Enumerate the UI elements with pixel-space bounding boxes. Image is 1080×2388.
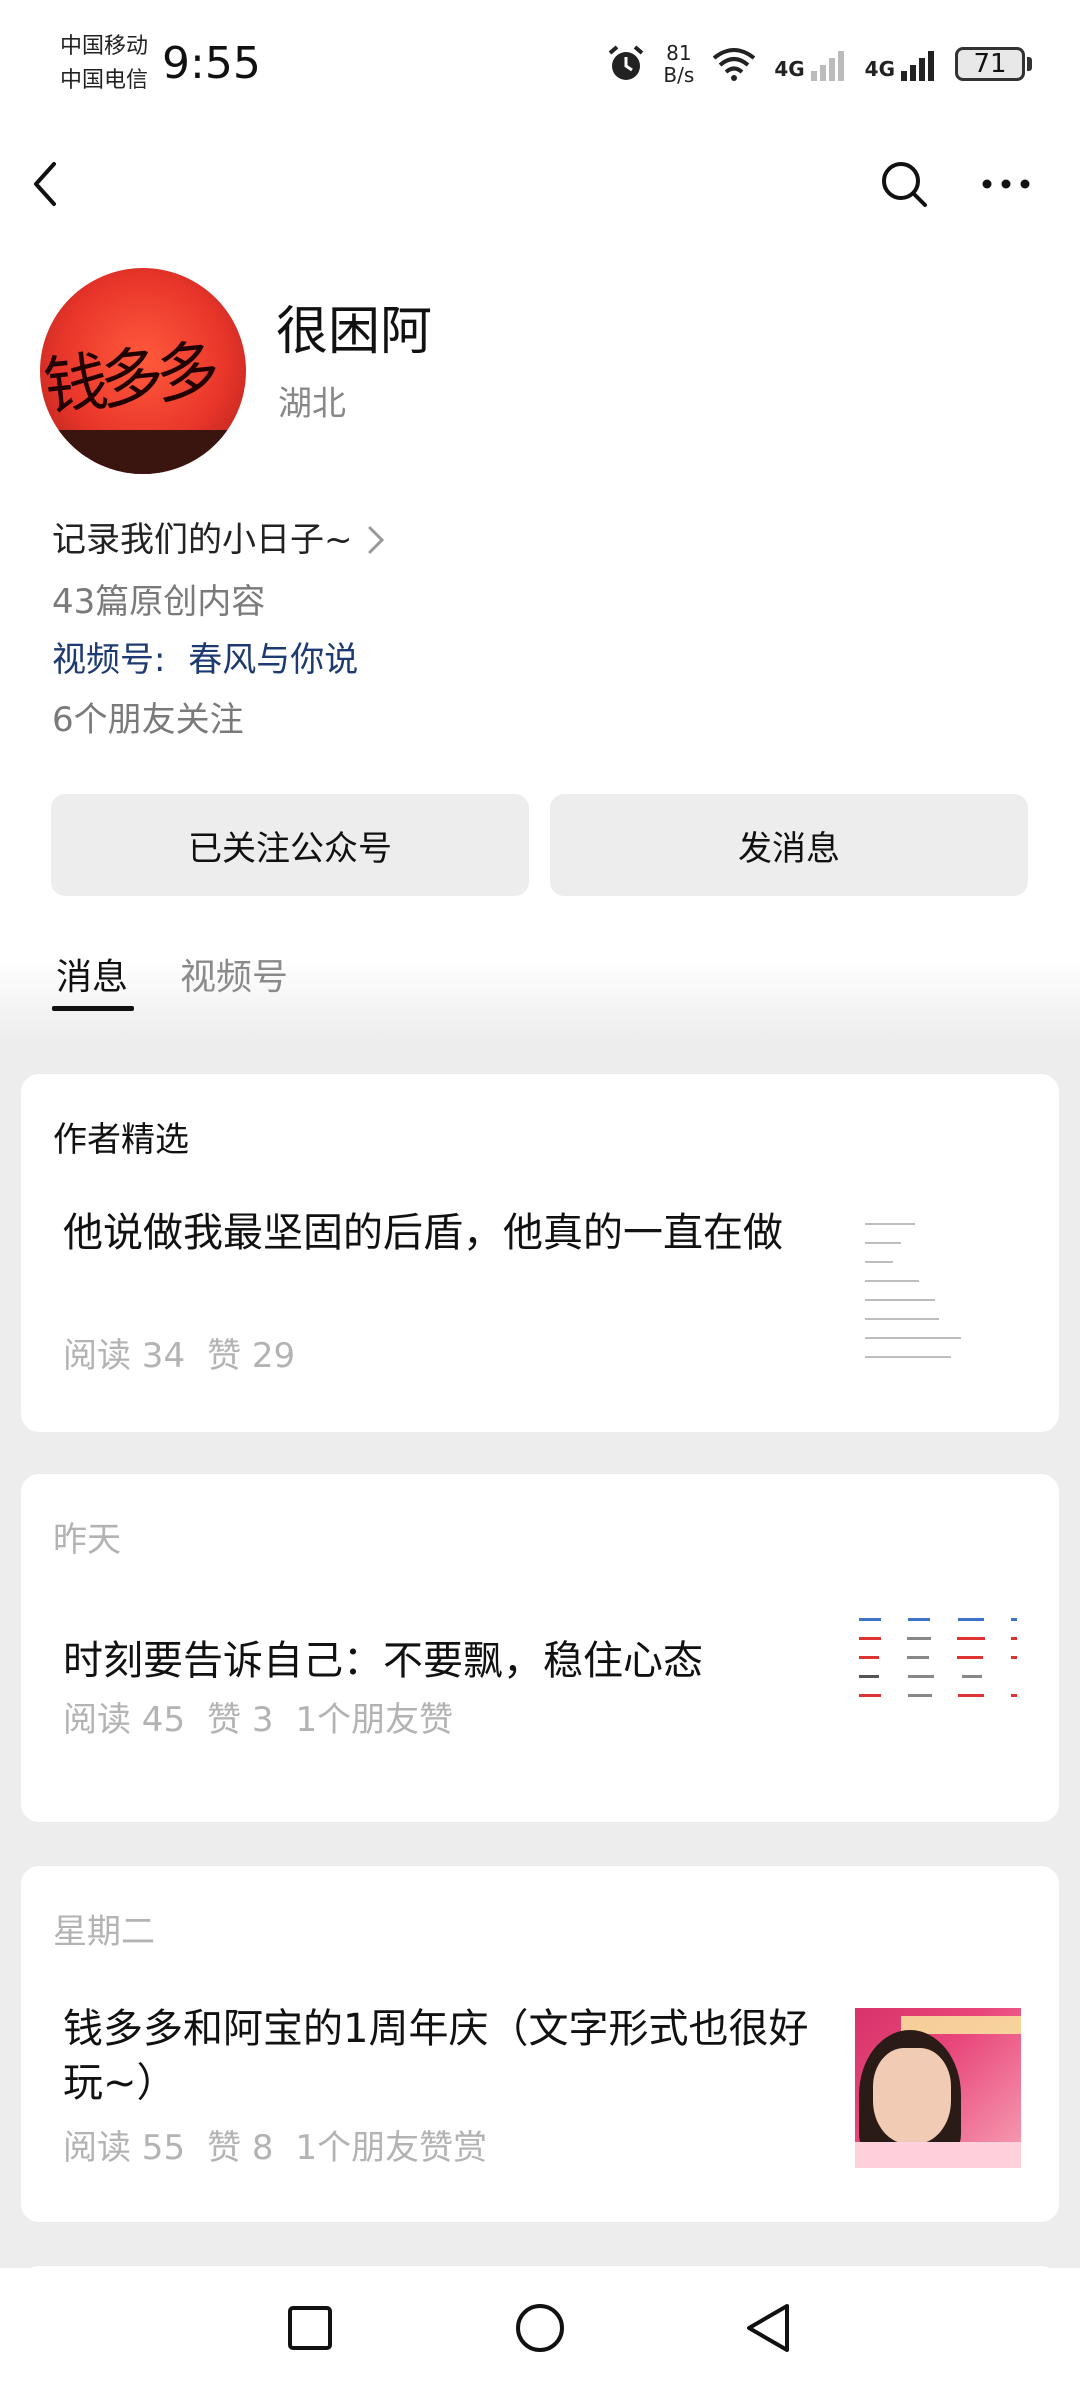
send-message-button[interactable]: 发消息 [550,794,1028,896]
signal-icon-2: 4G [865,47,939,81]
recents-icon [288,2306,332,2350]
signal-icon: 4G [774,47,848,81]
read-count: 阅读 45 [63,1700,186,1740]
network-speed: 81 B/s [663,41,695,87]
avatar[interactable]: 钱多多大财 [40,268,246,474]
article-thumbnail[interactable] [855,1612,1021,1772]
article-title[interactable]: 时刻要告诉自己：不要飘，稳住心态 [63,1634,843,1688]
channel-label: 视频号: [52,640,166,680]
friends-follow: 6个朋友关注 [52,700,244,740]
status-icons: 81 B/s 4G 4G 71 [605,34,1032,94]
original-count: 43篇原创内容 [52,582,266,622]
battery-level: 71 [955,47,1025,81]
wifi-icon [713,48,756,81]
article-date: 星期二 [53,1912,155,1952]
article-title[interactable]: 他说做我最坚固的后盾，他真的一直在做 [63,1206,843,1260]
more-icon [982,179,1030,189]
channel-link[interactable]: 视频号: 春风与你说 [52,636,358,684]
tab-messages[interactable]: 消息 [56,950,128,1006]
account-name: 很困阿 [276,302,433,362]
article-thumbnail[interactable] [855,1214,1021,1374]
carrier-1: 中国移动 [60,34,149,59]
article-card: 星期二 钱多多和阿宝的1周年庆（文字形式也很好玩~） 阅读 55 赞 8 1个朋友赞… [21,1866,1059,2222]
followed-button[interactable]: 已关注公众号 [51,794,529,896]
tab-channels[interactable]: 视频号 [180,950,288,1006]
intro-text: 记录我们的小日子~ [52,520,353,560]
friend-like: 1个朋友赞 [295,1700,454,1740]
search-icon [882,162,927,207]
system-nav-bar [0,2268,1080,2388]
like-count: 赞 3 [207,1700,274,1740]
carrier-info: 中国移动 中国电信 [60,30,148,98]
account-region: 湖北 [278,384,346,424]
article-date: 昨天 [53,1520,121,1560]
tab-active-indicator [52,1006,134,1011]
alarm-icon [609,45,644,80]
back-icon [747,2304,789,2352]
article-meta: 阅读 34 赞 29 [63,1332,317,1380]
back-nav-button[interactable] [736,2296,800,2360]
read-count: 阅读 34 [63,1336,186,1376]
more-button[interactable] [976,150,1036,218]
channel-name: 春风与你说 [188,640,359,680]
like-count: 赞 8 [207,2128,274,2168]
section-title: 作者精选 [53,1120,189,1160]
battery-icon: 71 [955,47,1032,81]
status-time: 9:55 [162,38,261,89]
article-meta: 阅读 45 赞 3 1个朋友赞 [63,1696,475,1744]
article-card: 昨天 时刻要告诉自己：不要飘，稳住心态 阅读 45 赞 3 1个朋友赞 [21,1474,1059,1822]
back-button[interactable] [30,150,78,218]
article-meta: 阅读 55 赞 8 1个朋友赞赏 [63,2124,509,2172]
like-count: 赞 29 [207,1336,296,1376]
article-title[interactable]: 钱多多和阿宝的1周年庆（文字形式也很好玩~） [63,2002,843,2110]
search-button[interactable] [876,150,932,218]
carrier-2: 中国电信 [60,68,149,93]
recents-button[interactable] [278,2296,342,2360]
home-button[interactable] [508,2296,572,2360]
friend-reward: 1个朋友赞赏 [295,2128,488,2168]
chevron-left-icon [34,162,56,206]
account-intro[interactable]: 记录我们的小日子~ [52,516,385,564]
article-thumbnail[interactable] [855,2008,1021,2168]
home-icon [516,2304,564,2352]
read-count: 阅读 55 [63,2128,186,2168]
chevron-right-icon [368,526,384,554]
featured-card: 作者精选 他说做我最坚固的后盾，他真的一直在做 阅读 34 赞 29 [21,1074,1059,1432]
